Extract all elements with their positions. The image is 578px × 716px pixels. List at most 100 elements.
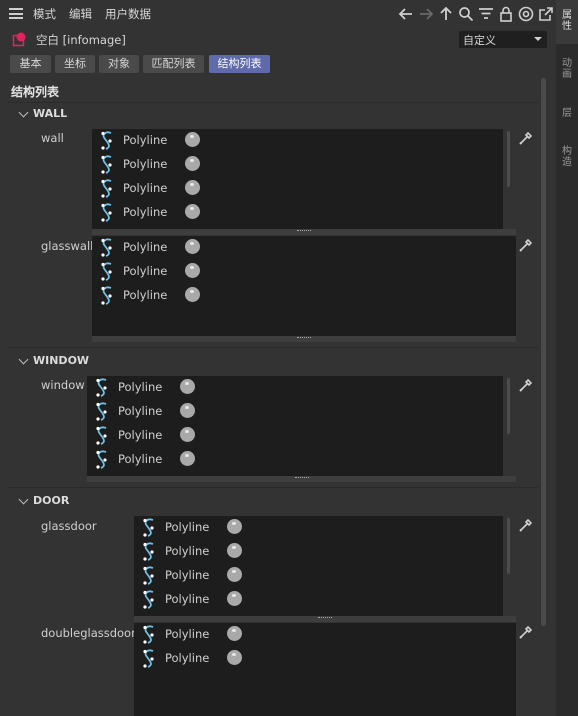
list-item[interactable]: Polyline	[93, 376, 223, 398]
list-scrollbar[interactable]	[507, 131, 510, 187]
eyedropper-icon[interactable]	[518, 377, 534, 393]
list-item-label: Polyline	[165, 627, 210, 641]
arrow-left-icon[interactable]	[398, 6, 414, 22]
tab-basic[interactable]: 基本	[10, 55, 51, 73]
list-item-label: Polyline	[123, 181, 168, 195]
list-item-label: Polyline	[165, 592, 210, 606]
list-item-label: Polyline	[165, 520, 210, 534]
chevron-down-icon[interactable]	[18, 354, 29, 365]
eyedropper-icon[interactable]	[518, 130, 534, 146]
object-sphere-icon	[185, 132, 200, 147]
side-tab-animation[interactable]: 动画	[556, 58, 578, 92]
search-icon[interactable]	[458, 6, 474, 22]
list-item[interactable]: Polyline	[98, 201, 228, 223]
list-scrollbar[interactable]	[507, 378, 510, 434]
list-window[interactable]: Polyline Polyline Polyline Polyline	[87, 376, 503, 476]
field-label-window: window	[41, 378, 85, 392]
list-item-label: Polyline	[123, 133, 168, 147]
list-wall[interactable]: Polyline Polyline Polyline Polyline	[92, 129, 503, 229]
list-item[interactable]: Polyline	[140, 588, 270, 610]
eyedropper-icon[interactable]	[518, 624, 534, 640]
eyedropper-icon[interactable]	[518, 517, 534, 533]
menu-user-data[interactable]: 用户数据	[105, 6, 151, 22]
tab-coordinates[interactable]: 坐标	[55, 55, 95, 73]
list-item-label: Polyline	[165, 544, 210, 558]
spline-icon	[96, 402, 107, 421]
list-glasswall[interactable]: Polyline Polyline Polyline	[92, 236, 516, 336]
tab-structure-list[interactable]: 结构列表	[209, 55, 270, 73]
group-divider	[8, 487, 538, 488]
object-sphere-icon	[185, 180, 200, 195]
group-title-wall[interactable]: WALL	[33, 107, 67, 120]
filter-icon[interactable]	[478, 6, 494, 22]
list-item-label: Polyline	[118, 380, 163, 394]
spline-icon	[101, 262, 112, 281]
list-item-label: Polyline	[123, 288, 168, 302]
spline-icon	[143, 590, 154, 609]
external-window-icon[interactable]	[538, 6, 554, 22]
list-item[interactable]: Polyline	[140, 647, 270, 669]
object-sphere-icon	[180, 403, 195, 418]
list-item-label: Polyline	[118, 452, 163, 466]
lock-icon[interactable]	[498, 6, 514, 22]
list-resize-handle[interactable]	[92, 229, 516, 235]
list-glassdoor[interactable]: Polyline Polyline Polyline Polyline	[134, 516, 503, 616]
list-resize-handle[interactable]	[87, 476, 516, 482]
tab-match-list[interactable]: 匹配列表	[143, 55, 204, 73]
list-resize-handle[interactable]	[92, 336, 516, 342]
chevron-down-icon[interactable]	[18, 494, 29, 505]
list-item[interactable]: Polyline	[93, 424, 223, 446]
list-scrollbar[interactable]	[507, 518, 510, 574]
spline-icon	[96, 378, 107, 397]
list-resize-handle[interactable]	[134, 616, 516, 622]
object-sphere-icon	[227, 543, 242, 558]
object-sphere-icon	[227, 591, 242, 606]
list-item[interactable]: Polyline	[98, 284, 228, 306]
list-item[interactable]: Polyline	[140, 623, 270, 645]
list-item-label: Polyline	[165, 651, 210, 665]
spline-icon	[143, 542, 154, 561]
group-divider	[8, 347, 538, 348]
side-tab-attributes[interactable]: 属性	[556, 0, 578, 44]
list-item[interactable]: Polyline	[140, 516, 270, 538]
spline-icon	[101, 238, 112, 257]
list-item[interactable]: Polyline	[98, 260, 228, 282]
list-item-label: Polyline	[123, 240, 168, 254]
arrow-right-icon[interactable]	[418, 6, 434, 22]
spline-icon	[143, 518, 154, 537]
eyedropper-icon[interactable]	[518, 237, 534, 253]
arrow-up-icon[interactable]	[438, 6, 454, 22]
target-icon[interactable]	[518, 6, 534, 22]
field-label-glasswall: glasswall	[41, 239, 94, 253]
list-doubleglassdoor[interactable]: Polyline Polyline	[134, 623, 516, 716]
spline-icon	[101, 131, 112, 150]
side-tab-layer[interactable]: 层	[556, 108, 578, 128]
chevron-down-icon	[534, 37, 542, 41]
chevron-down-icon[interactable]	[18, 107, 29, 118]
menu-mode[interactable]: 模式	[33, 6, 56, 22]
list-item[interactable]: Polyline	[140, 540, 270, 562]
list-item[interactable]: Polyline	[93, 448, 223, 470]
group-title-door[interactable]: DOOR	[33, 494, 69, 507]
object-sphere-icon	[185, 156, 200, 171]
tab-object[interactable]: 对象	[99, 55, 139, 73]
list-item[interactable]: Polyline	[98, 153, 228, 175]
list-item[interactable]: Polyline	[98, 177, 228, 199]
list-item[interactable]: Polyline	[140, 564, 270, 586]
object-sphere-icon	[227, 567, 242, 582]
side-tab-construct[interactable]: 构造	[556, 146, 578, 180]
panel-scrollbar[interactable]	[541, 78, 546, 626]
mode-select[interactable]: 自定义	[459, 31, 547, 48]
list-item[interactable]: Polyline	[98, 236, 228, 258]
menu-edit[interactable]: 编辑	[69, 6, 92, 22]
list-item[interactable]: Polyline	[98, 129, 228, 151]
spline-icon	[96, 426, 107, 445]
hamburger-menu-icon[interactable]	[9, 8, 23, 19]
object-sphere-icon	[180, 451, 195, 466]
spline-icon	[96, 450, 107, 469]
group-title-window[interactable]: WINDOW	[33, 354, 89, 367]
object-sphere-icon	[227, 650, 242, 665]
spline-icon	[143, 625, 154, 644]
list-item[interactable]: Polyline	[93, 400, 223, 422]
list-item-label: Polyline	[123, 205, 168, 219]
